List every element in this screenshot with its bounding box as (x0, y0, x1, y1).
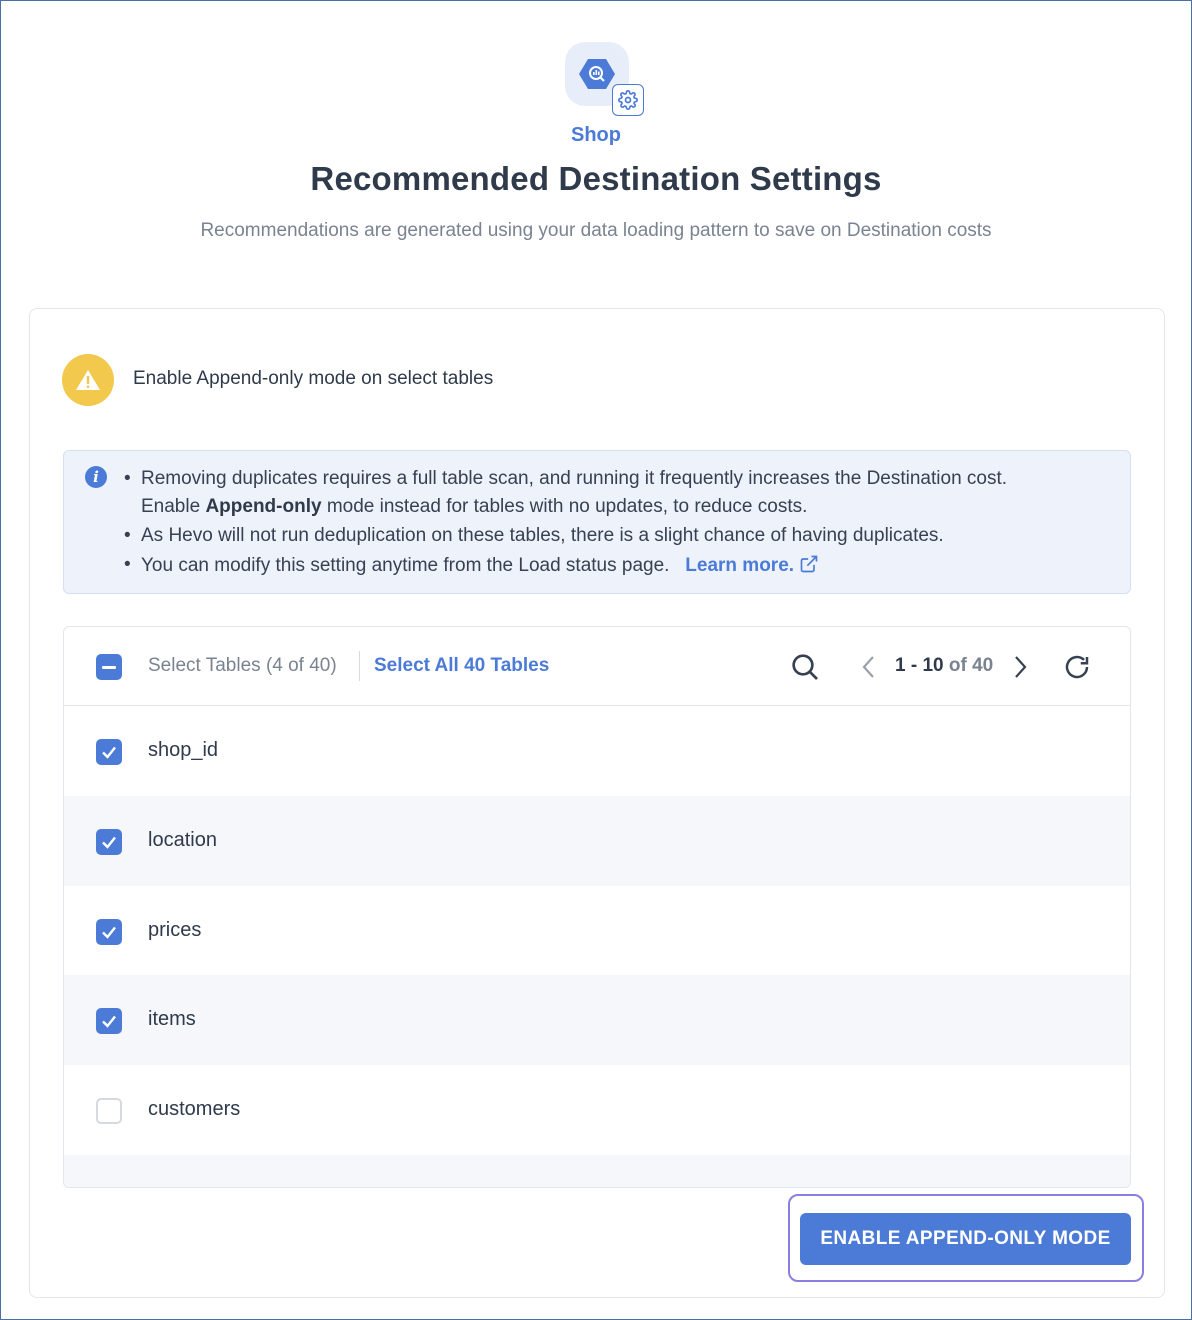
info-line: Removing duplicates requires a full tabl… (141, 468, 1008, 489)
checkmark-icon (102, 926, 116, 939)
learn-more-link[interactable]: Learn more. (685, 555, 819, 576)
recommendation-title: Enable Append-only mode on select tables (133, 368, 494, 389)
pagination-label: 1 - 10 of 40 (895, 655, 994, 676)
enable-append-only-button[interactable]: ENABLE APPEND-ONLY MODE (800, 1213, 1131, 1265)
destination-name: Shop (571, 124, 621, 146)
select-all-link[interactable]: Select All 40 Tables (374, 655, 549, 677)
chevron-left-icon (862, 656, 874, 678)
divider (359, 651, 360, 681)
page-subtitle: Recommendations are generated using your… (200, 220, 992, 241)
table-row (64, 1155, 1130, 1187)
row-checkbox[interactable] (96, 829, 122, 855)
table-row[interactable]: prices (64, 886, 1130, 976)
info-line: As Hevo will not run deduplication on th… (141, 525, 944, 546)
checkmark-icon (102, 836, 116, 849)
table-name: customers (148, 1098, 241, 1120)
checkmark-icon (102, 1015, 116, 1028)
table-row[interactable]: location (64, 796, 1130, 886)
search-icon (792, 654, 818, 680)
table-name: location (148, 829, 217, 851)
chevron-right-icon (1015, 656, 1027, 678)
bullet-dot: • (124, 525, 131, 546)
warning-icon (76, 370, 100, 390)
bigquery-hex-icon (579, 59, 615, 89)
warning-badge (62, 354, 114, 406)
table-name: shop_id (148, 739, 219, 761)
prev-page-button[interactable] (857, 652, 881, 682)
bullet-dot: • (124, 554, 131, 575)
table-name: items (148, 1008, 196, 1030)
gear-icon (618, 90, 638, 110)
table-row[interactable]: items (64, 975, 1130, 1065)
info-line: Enable Append-only mode instead for tabl… (141, 496, 808, 517)
row-checkbox[interactable] (96, 1008, 122, 1034)
next-page-button[interactable] (1008, 652, 1032, 682)
refresh-icon (1065, 655, 1089, 679)
settings-badge (612, 84, 644, 116)
table-row[interactable]: customers (64, 1065, 1130, 1155)
info-icon: i (85, 466, 107, 488)
info-line: You can modify this setting anytime from… (141, 554, 819, 577)
selection-count: Select Tables (4 of 40) (148, 655, 337, 676)
row-checkbox[interactable] (96, 919, 122, 945)
checkmark-icon (102, 746, 116, 759)
page-title: Recommended Destination Settings (310, 160, 882, 197)
select-all-checkbox[interactable] (96, 654, 122, 680)
row-checkbox[interactable] (96, 739, 122, 765)
tables-list: Select Tables (4 of 40) Select All 40 Ta… (63, 626, 1131, 1188)
table-name: prices (148, 919, 202, 941)
refresh-button[interactable] (1061, 651, 1093, 683)
bullet-dot: • (124, 468, 131, 489)
search-button[interactable] (788, 650, 822, 684)
table-row[interactable]: shop_id (64, 706, 1130, 796)
row-checkbox[interactable] (96, 1098, 122, 1124)
external-link-icon (800, 555, 818, 573)
table-header: Select Tables (4 of 40) Select All 40 Ta… (64, 627, 1130, 706)
